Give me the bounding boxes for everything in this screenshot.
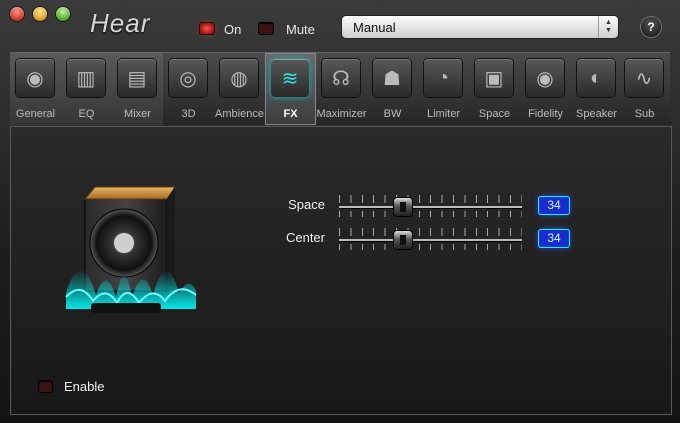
tab-fx[interactable]: ≋ FX [265, 53, 316, 125]
eq-icon: ▥ [67, 59, 105, 97]
fx-panel: Space 34 Center 34 Enable [10, 126, 672, 415]
limiter-icon: ◔ [424, 59, 462, 97]
speaker-icon: ◐ [577, 59, 615, 97]
power-on-label: On [224, 22, 242, 37]
slider-ticks [339, 195, 522, 203]
tab-mixer[interactable]: ▤ Mixer [112, 53, 163, 125]
tab-3d[interactable]: ◎ 3D [163, 53, 214, 125]
center-label: Center [285, 230, 325, 245]
app-window: Hear On Mute Manual ▲ ▼ ? ◉ General ▥ EQ … [0, 0, 680, 423]
slider-ticks [339, 228, 522, 236]
tab-general[interactable]: ◉ General [10, 53, 61, 125]
mute-toggle[interactable] [259, 23, 273, 34]
tab-sub[interactable]: ∿ Sub [619, 53, 670, 125]
tab-bw[interactable]: ☗ BW [367, 53, 418, 125]
help-button[interactable]: ? [641, 17, 661, 37]
space-slider-track[interactable] [339, 206, 522, 208]
close-window-button[interactable] [10, 7, 24, 21]
mute-label: Mute [286, 22, 315, 37]
slider-ticks [339, 211, 522, 217]
tab-label: Sub [634, 108, 655, 120]
general-icon: ◉ [16, 59, 54, 97]
tab-fidelity[interactable]: ◉ Fidelity [520, 53, 571, 125]
tab-bar: ◉ General ▥ EQ ▤ Mixer ◎ 3D ◍ Ambience ≋… [10, 52, 670, 125]
fidelity-icon: ◉ [526, 59, 564, 97]
minimize-window-button[interactable] [33, 7, 47, 21]
space-label: Space [288, 197, 325, 212]
tab-space[interactable]: ▣ Space [469, 53, 520, 125]
center-slider-row: Center 34 [11, 228, 671, 252]
space-slider-row: Space 34 [11, 195, 671, 219]
title-bar: Hear On Mute Manual ▲ ▼ ? [0, 0, 680, 52]
sub-icon: ∿ [625, 59, 663, 97]
3d-icon: ◎ [169, 59, 207, 97]
power-on-toggle[interactable] [200, 23, 214, 34]
space-icon: ▣ [475, 59, 513, 97]
tab-ambience[interactable]: ◍ Ambience [214, 53, 265, 125]
ambience-icon: ◍ [220, 59, 258, 97]
tab-maximizer[interactable]: ☊ Maximizer [316, 53, 367, 125]
enable-label: Enable [64, 379, 105, 394]
center-slider-track[interactable] [339, 239, 522, 241]
tab-eq[interactable]: ▥ EQ [61, 53, 112, 125]
select-arrows-icon: ▲ ▼ [598, 16, 618, 38]
bw-icon: ☗ [373, 59, 411, 97]
space-value-readout: 34 [539, 197, 569, 214]
space-slider-thumb[interactable] [394, 198, 412, 216]
enable-checkbox[interactable] [39, 381, 52, 392]
mixer-icon: ▤ [118, 59, 156, 97]
tab-limiter[interactable]: ◔ Limiter [418, 53, 469, 125]
preset-select[interactable]: Manual ▲ ▼ [342, 16, 618, 38]
center-slider-thumb[interactable] [394, 231, 412, 249]
zoom-window-button[interactable] [56, 7, 70, 21]
fx-icon: ≋ [271, 59, 309, 97]
preset-value: Manual [353, 20, 396, 35]
app-logo: Hear [90, 8, 151, 38]
maximizer-icon: ☊ [322, 59, 360, 97]
center-value-readout: 34 [539, 230, 569, 247]
slider-ticks [339, 244, 522, 250]
